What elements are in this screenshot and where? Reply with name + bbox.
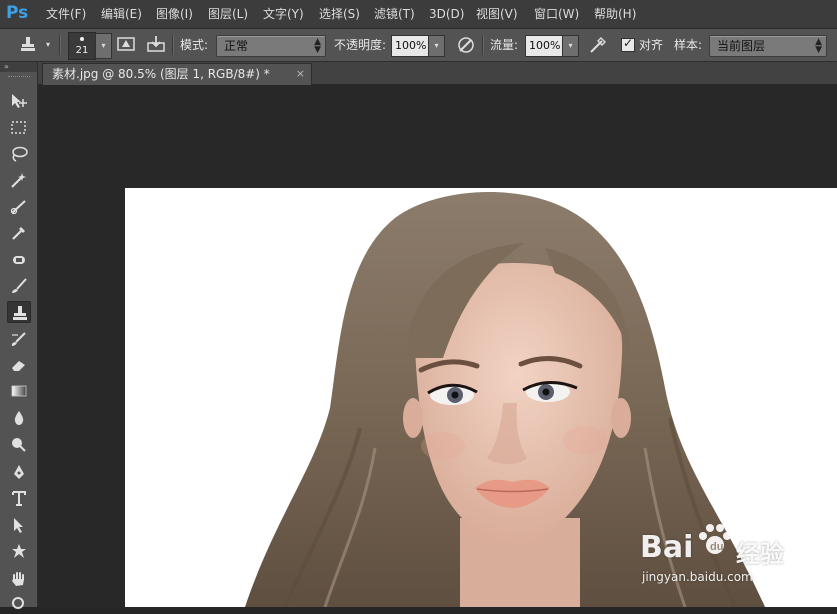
- watermark-brand-a: Bai: [640, 530, 694, 565]
- updown-arrows-icon: ▲ ▼: [815, 37, 822, 55]
- mode-select[interactable]: 正常 ▲ ▼: [216, 35, 326, 57]
- dodge-icon[interactable]: [7, 433, 31, 455]
- menu-type[interactable]: 文字(Y): [263, 0, 304, 28]
- checkmark-icon: ✓: [623, 36, 634, 50]
- mode-value: 正常: [224, 39, 249, 53]
- blur-drop-icon[interactable]: [7, 407, 31, 429]
- gradient-icon[interactable]: [7, 380, 31, 402]
- flow-input[interactable]: 100%: [525, 35, 563, 57]
- menu-file[interactable]: 文件(F): [46, 0, 86, 28]
- spot-healing-brush-icon[interactable]: [7, 249, 31, 271]
- move-tool-icon[interactable]: [7, 90, 31, 112]
- menu-select[interactable]: 选择(S): [319, 0, 360, 28]
- tools-panel: »: [0, 62, 38, 609]
- eraser-icon[interactable]: [7, 354, 31, 376]
- separator: [172, 35, 174, 55]
- document-tab[interactable]: 素材.jpg @ 80.5% (图层 1, RGB/8#) * ×: [42, 63, 312, 85]
- panel-grip[interactable]: [8, 76, 30, 79]
- watermark-url: jingyan.baidu.com: [642, 570, 753, 584]
- menu-view[interactable]: 视图(V): [476, 0, 518, 28]
- menu-filter[interactable]: 滤镜(T): [374, 0, 415, 28]
- watermark-brand-b: 经验: [736, 540, 784, 568]
- clone-stamp-icon[interactable]: [7, 301, 31, 323]
- opacity-slider-arrow-icon[interactable]: ▾: [428, 35, 445, 57]
- sample-label: 样本:: [674, 38, 703, 52]
- paw-logo: du: [696, 520, 734, 558]
- magic-wand-icon[interactable]: [7, 169, 31, 191]
- close-tab-icon[interactable]: ×: [296, 64, 305, 84]
- baidu-jingyan-watermark: Bai du 经验 jingyan.baidu.com: [640, 524, 800, 600]
- menu-image[interactable]: 图像(I): [156, 0, 193, 28]
- airbrush-icon[interactable]: [588, 35, 608, 55]
- document-title: 素材.jpg @ 80.5% (图层 1, RGB/8#) *: [52, 67, 270, 81]
- flow-slider-arrow-icon[interactable]: ▾: [562, 35, 579, 57]
- eyedropper-icon[interactable]: [7, 222, 31, 244]
- photoshop-logo: Ps: [6, 3, 29, 23]
- brush-icon[interactable]: [7, 275, 31, 297]
- menu-window[interactable]: 窗口(W): [534, 0, 579, 28]
- pressure-opacity-icon[interactable]: [456, 35, 476, 55]
- opacity-input[interactable]: 100%: [391, 35, 429, 57]
- updown-arrows-icon: ▲ ▼: [314, 37, 321, 55]
- options-bar: ▾ 21 ▾ 模式: 正常 ▲ ▼ 不透明度: 100% ▾ 流量: 100% ▾…: [0, 29, 837, 62]
- menu-bar: Ps 文件(F) 编辑(E) 图像(I) 图层(L) 文字(Y) 选择(S) 滤…: [0, 0, 837, 29]
- brush-picker-arrow-icon[interactable]: ▾: [95, 33, 112, 59]
- separator: [482, 35, 484, 55]
- aligned-checkbox[interactable]: ✓: [621, 36, 635, 52]
- opacity-label: 不透明度:: [334, 38, 387, 52]
- sample-value: 当前图层: [717, 39, 766, 53]
- pen-icon[interactable]: [7, 461, 31, 483]
- aligned-label: 对齐: [639, 38, 664, 52]
- hand-icon[interactable]: [7, 568, 31, 590]
- brush-preset-picker[interactable]: 21: [68, 32, 96, 60]
- path-selection-icon[interactable]: [7, 514, 31, 536]
- menu-3d[interactable]: 3D(D): [429, 0, 464, 28]
- menu-edit[interactable]: 编辑(E): [101, 0, 142, 28]
- document-tab-bar: 素材.jpg @ 80.5% (图层 1, RGB/8#) * ×: [38, 62, 837, 85]
- history-brush-icon[interactable]: [7, 328, 31, 350]
- custom-shape-icon[interactable]: [7, 540, 31, 562]
- flow-label: 流量:: [490, 38, 519, 52]
- preset-dropdown-arrow-icon[interactable]: ▾: [46, 40, 50, 49]
- menu-layer[interactable]: 图层(L): [208, 0, 248, 28]
- mode-label: 模式:: [180, 38, 209, 52]
- sample-select[interactable]: 当前图层 ▲ ▼: [709, 35, 827, 57]
- lasso-icon[interactable]: [7, 143, 31, 165]
- flow-value: 100%: [529, 39, 561, 52]
- brush-tip-icon: [80, 37, 84, 41]
- rectangular-marquee-icon[interactable]: [7, 117, 31, 139]
- brush-size-value: 21: [75, 45, 89, 56]
- zoom-icon[interactable]: [7, 592, 31, 614]
- menu-help[interactable]: 帮助(H): [594, 0, 636, 28]
- toggle-clone-source-panel-icon[interactable]: [146, 35, 166, 55]
- toggle-brush-panel-icon[interactable]: [116, 35, 136, 55]
- type-icon[interactable]: [7, 487, 31, 509]
- crop-icon[interactable]: [7, 196, 31, 218]
- clone-stamp-preset-icon[interactable]: [18, 35, 38, 55]
- opacity-value: 100%: [395, 39, 427, 52]
- panel-collapse-icon[interactable]: »: [0, 62, 37, 72]
- svg-text:du: du: [710, 541, 723, 553]
- separator: [59, 35, 61, 55]
